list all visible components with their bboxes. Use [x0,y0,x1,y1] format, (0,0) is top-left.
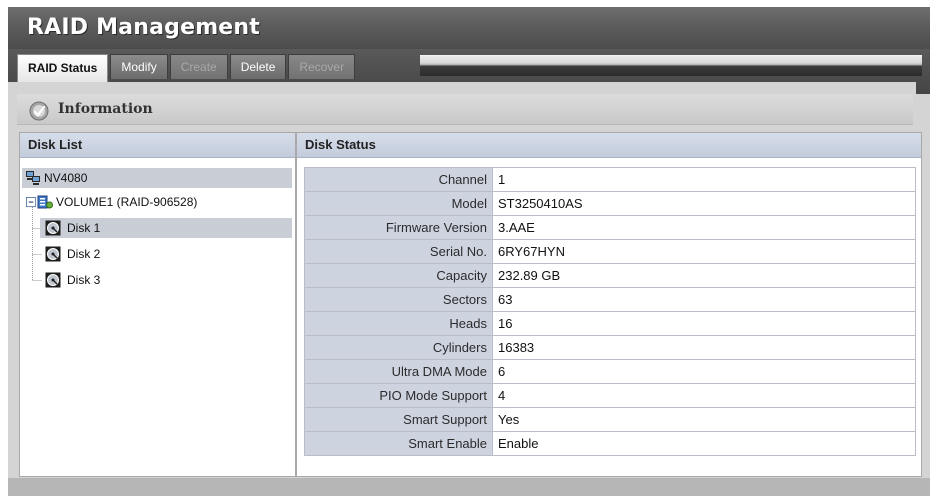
table-row: Smart Support Yes [304,407,916,432]
property-name: Firmware Version [304,215,493,240]
tree-item-host[interactable]: NV4080 [22,168,292,188]
property-value: ST3250410AS [492,191,916,216]
property-value: 1 [492,167,916,192]
tree-item-disk-2[interactable]: Disk 2 [40,244,292,264]
tab-list: RAID Status Modify Create Delete Recover [17,54,357,82]
property-name: Smart Support [304,407,493,432]
table-row: Ultra DMA Mode 6 [304,359,916,384]
table-row: Channel 1 [304,167,916,192]
property-value: 16 [492,311,916,336]
page-bottom-margin [0,496,930,503]
property-name: Model [304,191,493,216]
property-name: Heads [304,311,493,336]
table-row: Cylinders 16383 [304,335,916,360]
tree-item-disk-1[interactable]: Disk 1 [40,218,292,238]
hard-disk-icon [45,272,61,288]
hard-disk-icon [45,220,61,236]
table-row: PIO Mode Support 4 [304,383,916,408]
tab-delete[interactable]: Delete [229,54,287,79]
tree-item-host-label: NV4080 [44,171,88,185]
raid-volume-icon [37,195,53,209]
tree-item-volume-label: VOLUME1 (RAID-906528) [56,195,198,209]
property-name: PIO Mode Support [304,383,493,408]
property-name: Sectors [304,287,493,312]
table-row: Smart Enable Enable [304,431,916,456]
tab-raid-status[interactable]: RAID Status [17,54,109,82]
tree-item-disk-3[interactable]: Disk 3 [40,270,292,290]
property-value: Yes [492,407,916,432]
property-value: 4 [492,383,916,408]
property-value: 16383 [492,335,916,360]
property-name: Channel [304,167,493,192]
title-bar: RAID Management [8,7,930,49]
tree-item-disk-label: Disk 3 [67,273,101,287]
disk-status-table: Channel 1 Model ST3250410AS Firmware Versi… [304,167,916,456]
hard-disk-icon [45,246,61,262]
table-row: Heads 16 [304,311,916,336]
disk-status-header: Disk Status [297,133,921,158]
property-name: Serial No. [304,239,493,264]
property-value: 3.AAE [492,215,916,240]
table-row: Serial No. 6RY67HYN [304,239,916,264]
tree-item-disk-label: Disk 2 [67,247,101,261]
property-name: Smart Enable [304,431,493,456]
collapse-minus-icon[interactable] [26,197,37,208]
app-title: RAID Management [27,15,261,40]
property-value: 6 [492,359,916,384]
information-title: Information [58,101,153,117]
property-value: 6RY67HYN [492,239,916,264]
disk-status-panel: Disk Status Channel 1 Model ST3250410AS Fi… [296,132,922,477]
tree-item-disk-label: Disk 1 [67,221,101,235]
tree-item-volume[interactable]: VOLUME1 (RAID-906528) [22,192,292,212]
property-name: Cylinders [304,335,493,360]
property-value: Enable [492,431,916,456]
property-value: 63 [492,287,916,312]
tab-modify[interactable]: Modify [110,54,168,79]
table-row: Capacity 232.89 GB [304,263,916,288]
table-row: Sectors 63 [304,287,916,312]
table-row: Firmware Version 3.AAE [304,215,916,240]
property-name: Ultra DMA Mode [304,359,493,384]
network-computer-icon [26,171,40,185]
information-section-header: Information [17,94,913,125]
table-row: Model ST3250410AS [304,191,916,216]
tab-recover: Recover [288,54,356,79]
info-disc-icon [29,101,49,121]
property-name: Capacity [304,263,493,288]
tab-create: Create [169,54,228,79]
disk-list-panel: Disk List NV4080 VOLUME1 (RAID-906528) D… [19,132,296,477]
tab-strip-divider [420,55,922,76]
footer-bar [8,478,930,496]
property-value: 232.89 GB [492,263,916,288]
